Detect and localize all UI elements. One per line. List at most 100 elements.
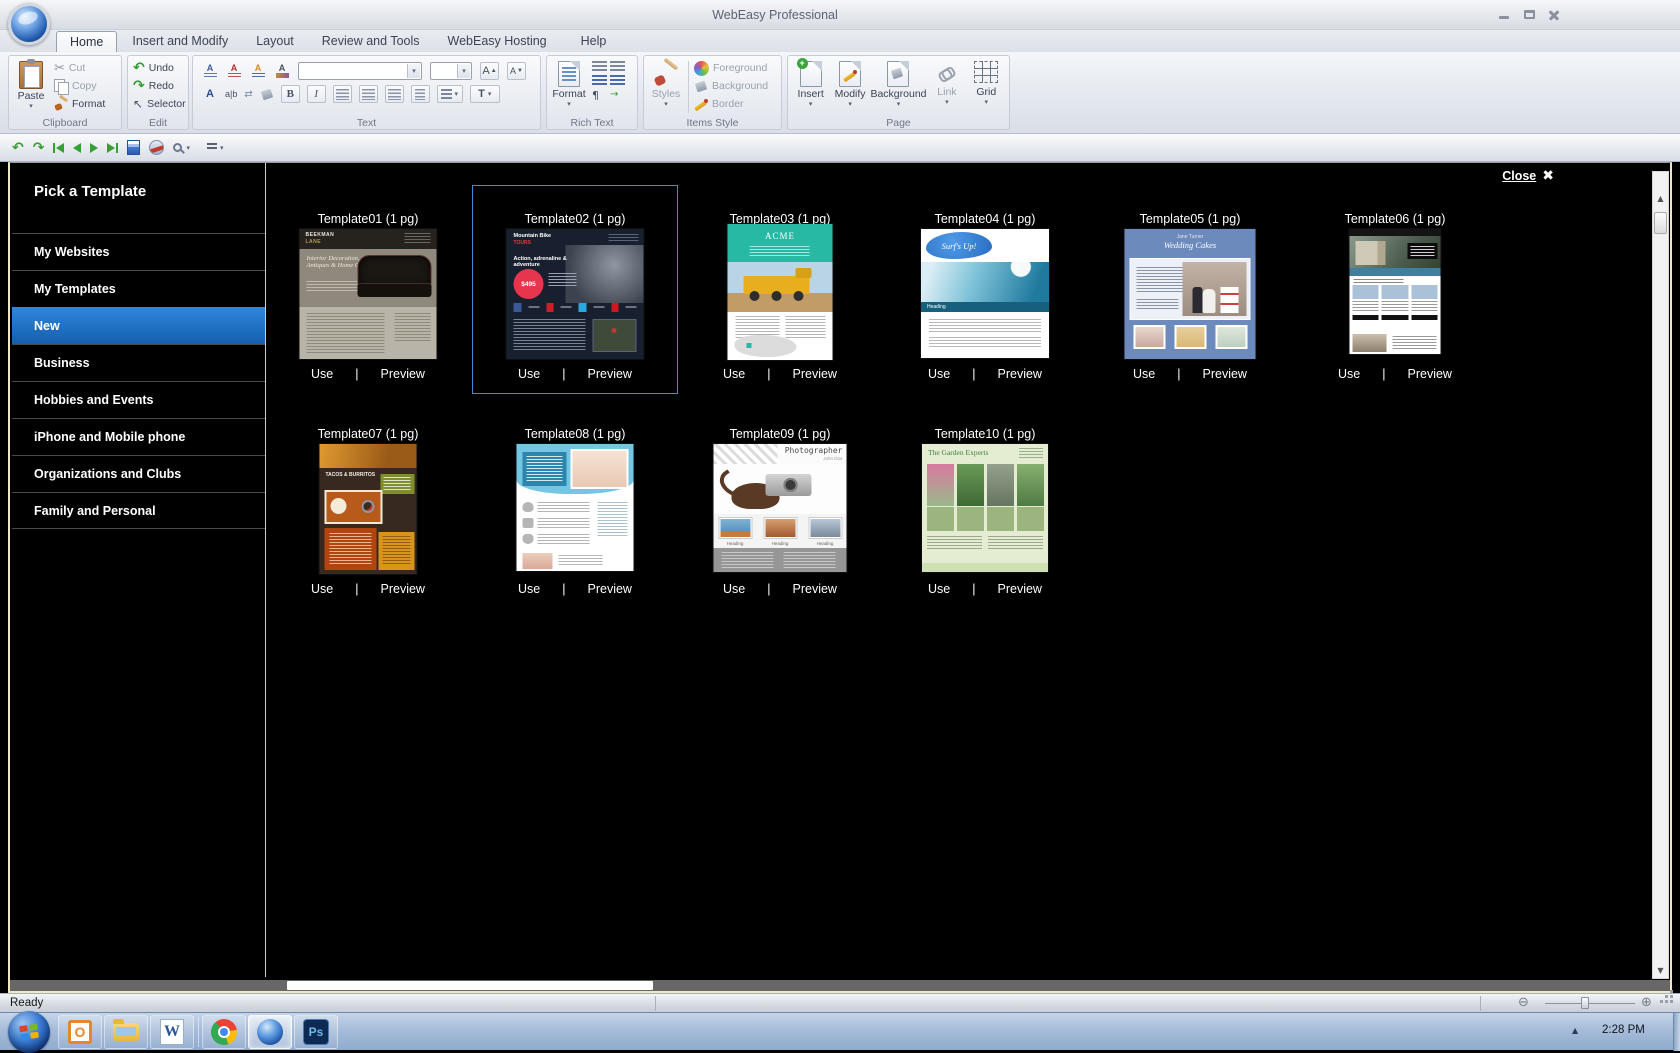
start-button[interactable] <box>8 1011 50 1053</box>
preview-link[interactable]: Preview <box>588 367 632 381</box>
justify-button[interactable] <box>411 85 430 103</box>
template-thumbnail[interactable]: Jane Turner Wedding Cakes <box>1125 229 1256 359</box>
fill-bucket-icon[interactable] <box>260 88 274 100</box>
rich-text-format-button[interactable]: Format▾ <box>550 59 588 115</box>
background-style-button[interactable]: Background <box>692 77 770 95</box>
align-left-button[interactable] <box>333 85 352 103</box>
application-logo-icon[interactable] <box>8 3 50 45</box>
page-insert-button[interactable]: + Insert▾ <box>792 59 830 115</box>
rename-icon[interactable]: a|b <box>225 89 237 99</box>
paragraph-style-button[interactable]: ▾ <box>437 85 463 103</box>
taskbar-word-button[interactable]: W <box>150 1015 194 1049</box>
paste-button[interactable]: Paste▾ <box>12 59 50 115</box>
styles-button[interactable]: Styles▾ <box>647 59 685 115</box>
template-thumbnail[interactable]: ACME <box>728 224 833 360</box>
sidebar-item-new[interactable]: New <box>12 307 265 344</box>
template-thumbnail[interactable]: Surf's Up! Heading <box>921 229 1049 358</box>
use-link[interactable]: Use <box>1133 367 1155 381</box>
zoom-tool-button[interactable]: ▾ <box>173 139 190 157</box>
template-thumbnail[interactable]: Photographer John Doe Heading Heading He… <box>714 444 847 572</box>
template-thumbnail[interactable] <box>1350 229 1441 354</box>
text-object-button[interactable]: T▾ <box>470 85 500 103</box>
horizontal-scroll-thumb[interactable] <box>287 981 653 990</box>
tab-layout[interactable]: Layout <box>243 31 307 52</box>
undo-button[interactable]: ↶Undo <box>131 59 185 77</box>
taskbar-explorer-button[interactable] <box>104 1015 148 1049</box>
tab-help[interactable]: Help <box>568 31 620 52</box>
sidebar-item-my-websites[interactable]: My Websites <box>12 233 265 270</box>
font-artistic-icon[interactable]: A <box>274 64 290 78</box>
scroll-up-icon[interactable]: ▲ <box>1653 194 1668 203</box>
preview-link[interactable]: Preview <box>998 367 1042 381</box>
taskbar-chrome-button[interactable] <box>202 1015 246 1049</box>
font-color-icon[interactable]: A <box>202 90 218 98</box>
template-thumbnail[interactable]: BEEKMANLANE Interior Decoration, Antique… <box>300 229 437 359</box>
sidebar-item-hobbies-and-events[interactable]: Hobbies and Events <box>12 381 265 418</box>
sidebar-item-family-and-personal[interactable]: Family and Personal <box>12 492 265 529</box>
paragraph-mark-icon[interactable]: ¶ <box>592 89 607 102</box>
template-thumbnail[interactable]: Mountain BikeTOURS Action, adrenaline & … <box>507 229 644 359</box>
horizontal-scrollbar[interactable] <box>10 980 1670 991</box>
scroll-down-icon[interactable]: ▼ <box>1653 966 1668 975</box>
use-link[interactable]: Use <box>518 367 540 381</box>
template-card[interactable]: Template10 (1 pg) The Garden Experts Use… <box>882 400 1088 609</box>
sidebar-item-business[interactable]: Business <box>12 344 265 381</box>
resize-grip[interactable] <box>1660 1000 1663 1003</box>
insert-anchor-icon[interactable]: → <box>610 89 625 102</box>
preview-link[interactable]: Preview <box>793 582 837 596</box>
zoom-slider-thumb[interactable] <box>1581 997 1589 1009</box>
previous-page-button[interactable] <box>73 139 81 157</box>
next-page-button[interactable] <box>90 139 98 157</box>
text-style-1-icon[interactable]: A <box>202 64 218 78</box>
quick-undo-icon[interactable]: ↶ <box>12 139 24 157</box>
tray-show-hidden-icons[interactable]: ▲ <box>1572 1026 1578 1035</box>
shrink-font-button[interactable]: A▼ <box>507 62 526 80</box>
numbered-list-icon[interactable] <box>592 75 607 86</box>
sidebar-item-organizations-and-clubs[interactable]: Organizations and Clubs <box>12 455 265 492</box>
preview-button[interactable] <box>149 139 164 157</box>
maximize-button[interactable] <box>1522 9 1537 21</box>
border-button[interactable]: Border <box>692 95 770 113</box>
use-link[interactable]: Use <box>723 367 745 381</box>
clock[interactable]: 2:28 PM <box>1602 1024 1645 1036</box>
zoom-slider-track[interactable] <box>1545 1003 1635 1004</box>
page-link-button[interactable]: Link▾ <box>928 59 966 115</box>
template-card[interactable]: Template09 (1 pg) Photographer John Doe … <box>677 400 883 609</box>
preview-link[interactable]: Preview <box>381 582 425 596</box>
taskbar-webeasy-button-active[interactable] <box>248 1015 292 1049</box>
copy-button[interactable]: Copy <box>52 77 107 95</box>
page-grid-button[interactable]: Grid▾ <box>967 59 1005 115</box>
use-link[interactable]: Use <box>518 582 540 596</box>
zoom-out-button[interactable]: ⊖ <box>1518 995 1529 1010</box>
template-card[interactable]: Template06 (1 pg) Use|Preview <box>1292 185 1498 394</box>
use-link[interactable]: Use <box>311 367 333 381</box>
format-painter-button[interactable]: Format <box>52 95 107 113</box>
template-card[interactable]: Template05 (1 pg) Jane Turner Wedding Ca… <box>1087 185 1293 394</box>
page-modify-button[interactable]: Modify▾ <box>831 59 869 115</box>
tab-insert-and-modify[interactable]: Insert and Modify <box>119 31 241 52</box>
close-panel-link[interactable]: Close ✖ <box>1502 168 1554 184</box>
tab-home[interactable]: Home <box>56 31 117 52</box>
swap-arrows-icon[interactable]: ⇄ <box>244 89 252 100</box>
bullet-list-icon[interactable] <box>610 75 625 86</box>
template-card[interactable]: Template08 (1 pg) Use|Preview <box>472 400 678 609</box>
preview-link[interactable]: Preview <box>1203 367 1247 381</box>
last-page-button[interactable] <box>107 139 118 157</box>
italic-button[interactable]: I <box>307 85 326 103</box>
align-right-button[interactable] <box>385 85 404 103</box>
page-list-button[interactable] <box>127 139 140 157</box>
tab-review-and-tools[interactable]: Review and Tools <box>309 31 433 52</box>
selector-button[interactable]: ↖Selector <box>131 95 185 113</box>
template-thumbnail[interactable]: The Garden Experts <box>922 444 1048 572</box>
font-size-combobox[interactable]: ▾ <box>430 62 472 80</box>
grow-font-button[interactable]: A▲ <box>480 62 499 80</box>
align-center-button[interactable] <box>359 85 378 103</box>
preview-link[interactable]: Preview <box>793 367 837 381</box>
template-card[interactable]: Template07 (1 pg) TACOS & BURRITOS Use|P… <box>265 400 471 609</box>
indent-increase-icon[interactable] <box>592 61 607 72</box>
sidebar-item-my-templates[interactable]: My Templates <box>12 270 265 307</box>
template-card[interactable]: Template01 (1 pg) BEEKMANLANE Interior D… <box>265 185 471 394</box>
page-background-button[interactable]: Background▾ <box>870 59 926 115</box>
toolbar-options-button[interactable]: ▾ <box>207 139 224 157</box>
text-style-3-icon[interactable]: A <box>250 64 266 78</box>
